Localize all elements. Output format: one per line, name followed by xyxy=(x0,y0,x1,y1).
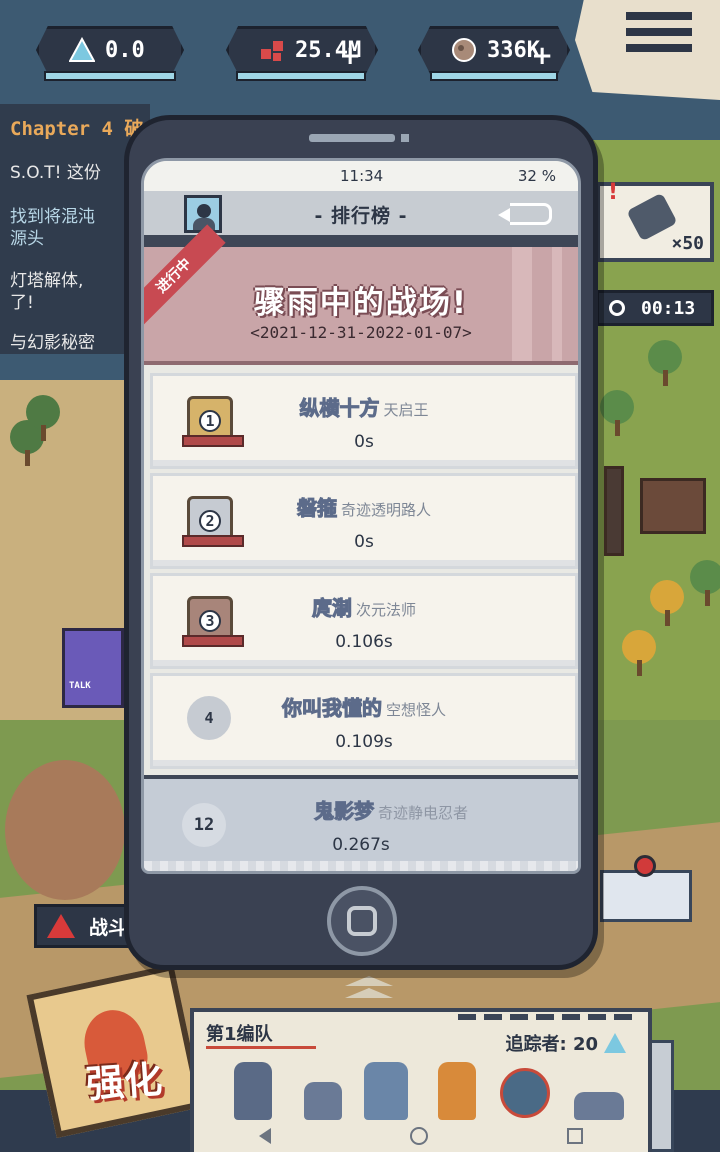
resource-crystal-bar xyxy=(44,71,176,81)
map-pin-icon[interactable] xyxy=(634,855,656,877)
phone-camera xyxy=(401,134,409,142)
player-name[interactable]: 纵横十方 xyxy=(299,396,380,421)
crystal-triangle-icon xyxy=(604,1033,626,1053)
resource-crystal[interactable]: 0.0 xyxy=(36,26,184,74)
player-name[interactable]: 你叫我懂的 xyxy=(281,696,382,721)
timer-value: 00:13 xyxy=(641,297,696,319)
house[interactable] xyxy=(640,478,706,534)
leaderboard-row[interactable]: 3 庹淛 次元法师 0.106s xyxy=(150,573,578,669)
player-title: 空想怪人 xyxy=(385,701,446,719)
squad-unit-selected[interactable] xyxy=(500,1068,550,1118)
tower xyxy=(604,466,624,556)
squad-name: 第1编队 xyxy=(206,1020,316,1049)
squad-unit[interactable] xyxy=(438,1062,476,1120)
chapter-title: Chapter 4 破 xyxy=(10,118,144,140)
status-time: 11:34 xyxy=(340,167,384,185)
countdown-timer: 00:13 xyxy=(596,290,714,326)
event-banner: 进行中 骤雨中的战场! <2021-12-31-2022-01-07> xyxy=(144,224,578,365)
home-nav-icon[interactable] xyxy=(409,1127,428,1145)
map-board-building[interactable] xyxy=(600,870,692,922)
status-battery: 32 % xyxy=(517,167,556,185)
my-player-name: 鬼影梦 xyxy=(313,799,374,824)
airship-building[interactable] xyxy=(5,760,125,900)
player-score: 0.106s xyxy=(335,632,393,652)
quest-line: 与幻影秘密 xyxy=(10,333,95,353)
add-ore-button[interactable]: + xyxy=(531,43,553,69)
my-rank-row[interactable]: 12 鬼影梦 奇迹静电忍者 0.267s xyxy=(144,775,578,871)
event-name: 骤雨中的战场! xyxy=(253,285,469,321)
palm-tree xyxy=(26,395,60,441)
system-navigation-bar xyxy=(190,1120,652,1152)
resource-crystal-value: 0.0 xyxy=(105,37,145,63)
quest-line: 灯塔解体, 了! xyxy=(10,271,84,313)
gear-item-icon xyxy=(626,192,678,242)
back-arrow-icon[interactable] xyxy=(498,203,552,225)
tree xyxy=(600,390,634,436)
tree xyxy=(648,340,682,386)
ore-rock-icon xyxy=(452,38,476,62)
menu-bar xyxy=(626,12,692,20)
resource-ore-bar xyxy=(430,71,558,81)
tree xyxy=(650,580,684,626)
squad-unit[interactable] xyxy=(574,1092,624,1120)
upgrade-button[interactable]: 强化 xyxy=(26,964,204,1138)
player-title: 次元法师 xyxy=(355,601,416,619)
my-score: 0.267s xyxy=(332,835,390,855)
recent-apps-icon[interactable] xyxy=(566,1128,583,1144)
alert-icon: ! xyxy=(608,180,619,205)
phone-screen: 11:34 32 % - 排行榜 - 进行中 骤雨中的战场! <2021-12-… xyxy=(141,158,581,874)
resource-ore[interactable]: 336K + xyxy=(418,26,570,74)
player-title: 奇迹透明路人 xyxy=(340,501,431,519)
clock-icon xyxy=(609,300,625,316)
player-line: 庹淛 次元法师 xyxy=(153,592,575,621)
quest-line: S.O.T! 这份 xyxy=(10,163,101,183)
squad-unit[interactable] xyxy=(234,1062,272,1120)
phone-speaker xyxy=(309,134,395,142)
quest-line: 找到将混沌 源头 xyxy=(10,207,95,249)
player-line: 你叫我懂的 空想怪人 xyxy=(153,692,575,721)
trackers-label: 追踪者: 20 xyxy=(505,1034,598,1055)
item-reward-card[interactable]: ! ×50 xyxy=(596,180,714,262)
player-line: 鬼影梦 奇迹静电忍者 xyxy=(144,795,578,824)
upgrade-label: 强化 xyxy=(84,1057,164,1107)
row-shade xyxy=(144,861,578,871)
player-title: 天启王 xyxy=(383,401,429,419)
player-score: 0s xyxy=(354,432,374,452)
event-dates: <2021-12-31-2022-01-07> xyxy=(250,323,472,342)
player-line: 纵横十方 天启王 xyxy=(153,392,575,421)
menu-button[interactable] xyxy=(626,12,692,72)
back-nav-icon[interactable] xyxy=(259,1128,272,1144)
player-score: 0.109s xyxy=(335,732,393,752)
leaderboard-row[interactable]: 2 磐箍 奇迹透明路人 0s xyxy=(150,473,578,569)
phone-device: 11:34 32 % - 排行榜 - 进行中 骤雨中的战场! <2021-12-… xyxy=(124,115,598,970)
phone-status-bar: 11:34 32 % xyxy=(144,161,578,191)
warning-icon xyxy=(47,914,75,938)
leaderboard-list: 1 纵横十方 天启王 0s 2 磐箍 奇迹透明路人 0s 3 庹淛 次元法师 0.10… xyxy=(150,373,578,769)
expand-squad-arrow-icon[interactable] xyxy=(345,976,397,1002)
player-score: 0s xyxy=(354,532,374,552)
crystal-triangle-icon xyxy=(69,37,95,62)
squad-unit[interactable] xyxy=(364,1062,408,1120)
leaderboard-row[interactable]: 4 你叫我懂的 空想怪人 0.109s xyxy=(150,673,578,769)
battle-label: 战斗 xyxy=(89,916,128,939)
red-cubes-icon xyxy=(261,41,283,61)
menu-bar xyxy=(626,28,692,36)
menu-bar xyxy=(626,44,692,52)
player-line: 磐箍 奇迹透明路人 xyxy=(153,492,575,521)
tree xyxy=(690,560,720,606)
player-name[interactable]: 磐箍 xyxy=(296,496,337,521)
tree xyxy=(622,630,656,676)
squad-unit[interactable] xyxy=(304,1082,342,1120)
resource-cubes-bar xyxy=(236,71,366,81)
trackers-count: 追踪者: 20 xyxy=(505,1030,626,1056)
add-cubes-button[interactable]: + xyxy=(339,43,361,69)
resource-cubes[interactable]: 25.4M + xyxy=(226,26,378,74)
my-player-title: 奇迹静电忍者 xyxy=(377,804,468,822)
item-quantity: ×50 xyxy=(671,233,704,254)
player-name[interactable]: 庹淛 xyxy=(311,596,352,621)
leaderboard-row[interactable]: 1 纵横十方 天启王 0s xyxy=(150,373,578,469)
squad-divider xyxy=(458,1014,638,1020)
phone-home-button[interactable] xyxy=(327,886,397,956)
ghost-shop-sign[interactable]: TALK xyxy=(62,628,124,708)
